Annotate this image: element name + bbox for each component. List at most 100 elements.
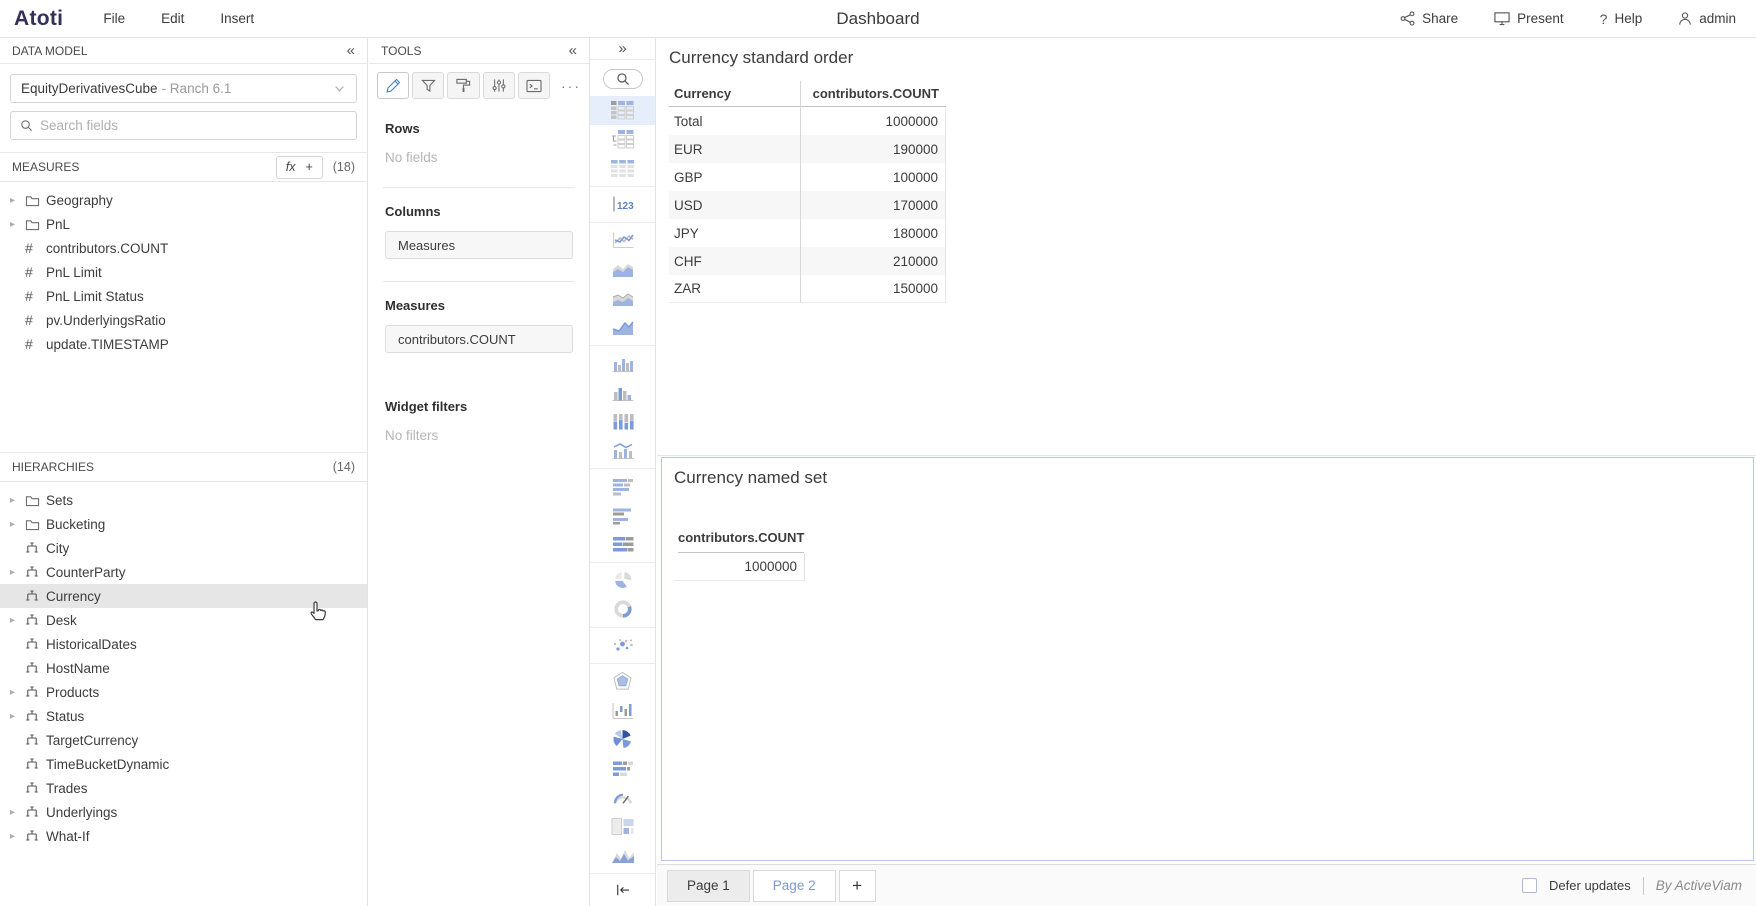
table-cell[interactable]: 1000000 bbox=[800, 107, 946, 135]
share-button[interactable]: Share bbox=[1400, 11, 1458, 26]
widget-type-gantt-chart[interactable] bbox=[590, 754, 655, 783]
page-tab-page-1[interactable]: Page 1 bbox=[667, 870, 750, 902]
filter-tab[interactable] bbox=[412, 72, 444, 99]
widget-currency-named-set[interactable]: Currency named set contributors.COUNT 10… bbox=[661, 457, 1754, 861]
table-row[interactable]: Total1000000 bbox=[669, 107, 946, 135]
tree-item-pnl-limit[interactable]: #PnL Limit bbox=[0, 260, 367, 284]
admin-button[interactable]: admin bbox=[1678, 11, 1736, 26]
widget-type-stacked-bar-chart[interactable] bbox=[590, 407, 655, 436]
cube-selector[interactable]: EquityDerivativesCube - Ranch 6.1 bbox=[10, 74, 357, 103]
table-cell[interactable]: 210000 bbox=[800, 247, 946, 275]
table-cell[interactable]: GBP bbox=[669, 163, 800, 191]
present-button[interactable]: Present bbox=[1494, 11, 1564, 26]
add-page-button[interactable]: + bbox=[839, 870, 876, 902]
field-search[interactable] bbox=[10, 111, 357, 140]
widget-type-histogram-chart[interactable] bbox=[590, 378, 655, 407]
widget-type-pie-chart[interactable] bbox=[590, 566, 655, 595]
menu-file[interactable]: File bbox=[103, 11, 125, 26]
widget-type-plain-table[interactable] bbox=[590, 154, 655, 183]
tree-item-pnl[interactable]: ▸PnL bbox=[0, 212, 367, 236]
table-cell[interactable]: ZAR bbox=[669, 275, 800, 303]
advanced-tab[interactable] bbox=[483, 72, 515, 99]
widget-currency-standard-order[interactable]: Currency standard order Currencycontribu… bbox=[657, 38, 1756, 455]
widget-type-horizontal-clustered-bar-chart[interactable] bbox=[590, 501, 655, 530]
table-cell[interactable]: 180000 bbox=[800, 219, 946, 247]
widget-type-filled-area-chart[interactable] bbox=[590, 313, 655, 342]
widget-type-donut-chart[interactable] bbox=[590, 595, 655, 624]
table-row[interactable]: ZAR150000 bbox=[669, 275, 946, 303]
tree-item-hostname[interactable]: HostName bbox=[0, 656, 367, 680]
tree-item-pv-underlyingsratio[interactable]: #pv.UnderlyingsRatio bbox=[0, 308, 367, 332]
table-row[interactable]: EUR190000 bbox=[669, 135, 946, 163]
table-row[interactable]: CHF210000 bbox=[669, 247, 946, 275]
expand-caret-icon[interactable]: ▸ bbox=[10, 495, 25, 506]
tree-item-trades[interactable]: Trades bbox=[0, 776, 367, 800]
tree-item-geography[interactable]: ▸Geography bbox=[0, 188, 367, 212]
collapse-panel-icon[interactable]: « bbox=[347, 42, 355, 59]
widget-type-tree-table[interactable] bbox=[590, 125, 655, 154]
tree-item-underlyings[interactable]: ▸Underlyings bbox=[0, 800, 367, 824]
add-measure-button[interactable]: + bbox=[305, 160, 312, 174]
tree-item-what-if[interactable]: ▸What-If bbox=[0, 824, 367, 848]
widget-type-scatter-plot[interactable] bbox=[590, 631, 655, 660]
expand-caret-icon[interactable]: ▸ bbox=[10, 195, 25, 206]
table-cell[interactable]: 170000 bbox=[800, 191, 946, 219]
expand-caret-icon[interactable]: ▸ bbox=[10, 519, 25, 530]
widget-search-button[interactable] bbox=[603, 69, 643, 89]
tree-item-products[interactable]: ▸Products bbox=[0, 680, 367, 704]
widget-type-grouped-bar-chart[interactable] bbox=[590, 349, 655, 378]
expand-strip-icon[interactable]: » bbox=[590, 38, 655, 60]
widget-type-area-chart[interactable] bbox=[590, 255, 655, 284]
dock-left-icon[interactable] bbox=[590, 873, 655, 906]
table-cell[interactable]: JPY bbox=[669, 219, 800, 247]
expand-caret-icon[interactable]: ▸ bbox=[10, 567, 25, 578]
widget-type-mountain-chart[interactable] bbox=[590, 841, 655, 870]
edit-tab[interactable] bbox=[377, 72, 409, 99]
query-tab[interactable] bbox=[518, 72, 550, 99]
tree-item-pnl-limit-status[interactable]: #PnL Limit Status bbox=[0, 284, 367, 308]
tree-item-city[interactable]: City bbox=[0, 536, 367, 560]
tree-item-counterparty[interactable]: ▸CounterParty bbox=[0, 560, 367, 584]
tree-item-sets[interactable]: ▸Sets bbox=[0, 488, 367, 512]
tree-item-bucketing[interactable]: ▸Bucketing bbox=[0, 512, 367, 536]
expand-caret-icon[interactable]: ▸ bbox=[10, 219, 25, 230]
widget-type-treemap-chart[interactable] bbox=[590, 812, 655, 841]
widget-type-pivot-table[interactable] bbox=[590, 96, 655, 125]
widget-type-horizontal-bar-chart[interactable] bbox=[590, 472, 655, 501]
defer-updates-checkbox[interactable] bbox=[1522, 878, 1537, 893]
table-header-cell[interactable]: Currency bbox=[669, 81, 800, 107]
tree-item-currency[interactable]: Currency bbox=[0, 584, 367, 608]
tree-item-targetcurrency[interactable]: TargetCurrency bbox=[0, 728, 367, 752]
search-input[interactable] bbox=[40, 118, 347, 133]
table-header-cell[interactable]: contributors.COUNT bbox=[678, 530, 804, 553]
table-row[interactable]: USD170000 bbox=[669, 191, 946, 219]
widget-type-horizontal-stacked-bar-chart[interactable] bbox=[590, 530, 655, 559]
tree-item-contributors-count[interactable]: #contributors.COUNT bbox=[0, 236, 367, 260]
widget-type-waterfall-chart[interactable] bbox=[590, 696, 655, 725]
expand-caret-icon[interactable]: ▸ bbox=[10, 687, 25, 698]
tree-item-update-timestamp[interactable]: #update.TIMESTAMP bbox=[0, 332, 367, 356]
widget-type-rose-chart[interactable] bbox=[590, 725, 655, 754]
expand-caret-icon[interactable]: ▸ bbox=[10, 831, 25, 842]
menu-edit[interactable]: Edit bbox=[161, 11, 184, 26]
page-tab-page-2[interactable]: Page 2 bbox=[753, 870, 836, 902]
tree-item-desk[interactable]: ▸Desk bbox=[0, 608, 367, 632]
table-cell[interactable]: EUR bbox=[669, 135, 800, 163]
help-button[interactable]: ?Help bbox=[1600, 11, 1643, 27]
widget-type-stacked-area-chart[interactable] bbox=[590, 284, 655, 313]
tree-item-status[interactable]: ▸Status bbox=[0, 704, 367, 728]
table-row[interactable]: GBP100000 bbox=[669, 163, 946, 191]
widget-type-combo-chart[interactable] bbox=[590, 436, 655, 465]
table-cell[interactable]: USD bbox=[669, 191, 800, 219]
table-header-cell[interactable]: contributors.COUNT bbox=[800, 81, 946, 107]
table-cell[interactable]: Total bbox=[669, 107, 800, 135]
collapse-tools-icon[interactable]: « bbox=[569, 42, 577, 59]
tree-item-timebucketdynamic[interactable]: TimeBucketDynamic bbox=[0, 752, 367, 776]
menu-insert[interactable]: Insert bbox=[220, 11, 254, 26]
widget-type-line-chart[interactable] bbox=[590, 226, 655, 255]
table-cell[interactable]: 150000 bbox=[800, 275, 946, 303]
expand-caret-icon[interactable]: ▸ bbox=[10, 615, 25, 626]
table-row[interactable]: JPY180000 bbox=[669, 219, 946, 247]
fx-button[interactable]: fx bbox=[286, 160, 296, 174]
style-tab[interactable] bbox=[447, 72, 479, 99]
